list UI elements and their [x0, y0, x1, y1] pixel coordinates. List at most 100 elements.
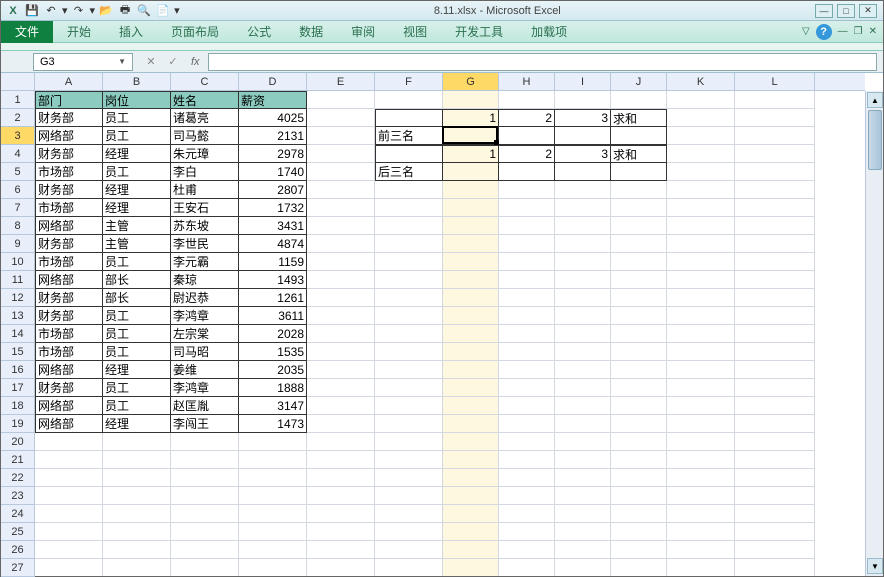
- cell-D8[interactable]: 3431: [239, 217, 307, 235]
- cell-J14[interactable]: [611, 325, 667, 343]
- cell-E8[interactable]: [307, 217, 375, 235]
- cell-H4[interactable]: 2: [499, 145, 555, 163]
- cell-F20[interactable]: [375, 433, 443, 451]
- cell-L26[interactable]: [735, 541, 815, 559]
- cell-F22[interactable]: [375, 469, 443, 487]
- cell-L12[interactable]: [735, 289, 815, 307]
- cell-D6[interactable]: 2807: [239, 181, 307, 199]
- cell-B27[interactable]: [103, 559, 171, 576]
- row-header-19[interactable]: 19: [1, 415, 34, 433]
- cell-L25[interactable]: [735, 523, 815, 541]
- undo-icon[interactable]: ↶: [43, 3, 59, 19]
- cell-J4[interactable]: 求和: [611, 145, 667, 163]
- cell-H6[interactable]: [499, 181, 555, 199]
- cell-A22[interactable]: [35, 469, 103, 487]
- tab-insert[interactable]: 插入: [105, 21, 157, 43]
- cell-D11[interactable]: 1493: [239, 271, 307, 289]
- cell-A19[interactable]: 网络部: [35, 415, 103, 433]
- cell-H8[interactable]: [499, 217, 555, 235]
- cell-D15[interactable]: 1535: [239, 343, 307, 361]
- cell-H21[interactable]: [499, 451, 555, 469]
- cell-I9[interactable]: [555, 235, 611, 253]
- col-header-B[interactable]: B: [103, 73, 171, 90]
- cell-G25[interactable]: [443, 523, 499, 541]
- cell-B15[interactable]: 员工: [103, 343, 171, 361]
- cell-B14[interactable]: 员工: [103, 325, 171, 343]
- row-header-26[interactable]: 26: [1, 541, 34, 559]
- cell-C11[interactable]: 秦琼: [171, 271, 239, 289]
- cell-J5[interactable]: [611, 163, 667, 181]
- cell-E25[interactable]: [307, 523, 375, 541]
- cell-J11[interactable]: [611, 271, 667, 289]
- cell-I22[interactable]: [555, 469, 611, 487]
- cell-G26[interactable]: [443, 541, 499, 559]
- row-header-23[interactable]: 23: [1, 487, 34, 505]
- cell-K20[interactable]: [667, 433, 735, 451]
- cell-E7[interactable]: [307, 199, 375, 217]
- cell-C18[interactable]: 赵匡胤: [171, 397, 239, 415]
- cell-I10[interactable]: [555, 253, 611, 271]
- cell-K27[interactable]: [667, 559, 735, 576]
- cell-H20[interactable]: [499, 433, 555, 451]
- cell-I26[interactable]: [555, 541, 611, 559]
- cell-D12[interactable]: 1261: [239, 289, 307, 307]
- cell-G1[interactable]: [443, 91, 499, 109]
- cell-I16[interactable]: [555, 361, 611, 379]
- cell-D9[interactable]: 4874: [239, 235, 307, 253]
- cell-D22[interactable]: [239, 469, 307, 487]
- cell-K9[interactable]: [667, 235, 735, 253]
- cell-D10[interactable]: 1159: [239, 253, 307, 271]
- cell-J18[interactable]: [611, 397, 667, 415]
- minimize-button[interactable]: —: [815, 4, 833, 18]
- cell-F9[interactable]: [375, 235, 443, 253]
- row-header-25[interactable]: 25: [1, 523, 34, 541]
- row-header-8[interactable]: 8: [1, 217, 34, 235]
- tab-file[interactable]: 文件: [1, 21, 53, 43]
- cell-D24[interactable]: [239, 505, 307, 523]
- row-header-17[interactable]: 17: [1, 379, 34, 397]
- cell-J3[interactable]: [611, 127, 667, 145]
- cell-F24[interactable]: [375, 505, 443, 523]
- tab-home[interactable]: 开始: [53, 21, 105, 43]
- cell-L6[interactable]: [735, 181, 815, 199]
- cell-K19[interactable]: [667, 415, 735, 433]
- row-header-18[interactable]: 18: [1, 397, 34, 415]
- cell-K13[interactable]: [667, 307, 735, 325]
- cell-C12[interactable]: 尉迟恭: [171, 289, 239, 307]
- cell-C23[interactable]: [171, 487, 239, 505]
- cell-E6[interactable]: [307, 181, 375, 199]
- cell-L4[interactable]: [735, 145, 815, 163]
- cell-C15[interactable]: 司马昭: [171, 343, 239, 361]
- cell-J25[interactable]: [611, 523, 667, 541]
- cell-J8[interactable]: [611, 217, 667, 235]
- cell-C14[interactable]: 左宗棠: [171, 325, 239, 343]
- tab-data[interactable]: 数据: [285, 21, 337, 43]
- cell-J17[interactable]: [611, 379, 667, 397]
- row-header-7[interactable]: 7: [1, 199, 34, 217]
- row-header-16[interactable]: 16: [1, 361, 34, 379]
- cell-G22[interactable]: [443, 469, 499, 487]
- cell-J10[interactable]: [611, 253, 667, 271]
- cell-G11[interactable]: [443, 271, 499, 289]
- cell-I1[interactable]: [555, 91, 611, 109]
- cell-C1[interactable]: 姓名: [171, 91, 239, 109]
- cell-E24[interactable]: [307, 505, 375, 523]
- cell-C27[interactable]: [171, 559, 239, 576]
- enter-formula-icon[interactable]: ✓: [163, 53, 183, 71]
- cell-A5[interactable]: 市场部: [35, 163, 103, 181]
- cell-G6[interactable]: [443, 181, 499, 199]
- row-header-2[interactable]: 2: [1, 109, 34, 127]
- cell-I14[interactable]: [555, 325, 611, 343]
- cell-K23[interactable]: [667, 487, 735, 505]
- cell-D14[interactable]: 2028: [239, 325, 307, 343]
- cell-B13[interactable]: 员工: [103, 307, 171, 325]
- cell-E11[interactable]: [307, 271, 375, 289]
- cell-E15[interactable]: [307, 343, 375, 361]
- cell-D25[interactable]: [239, 523, 307, 541]
- col-header-C[interactable]: C: [171, 73, 239, 90]
- cell-K5[interactable]: [667, 163, 735, 181]
- cell-K11[interactable]: [667, 271, 735, 289]
- cell-E13[interactable]: [307, 307, 375, 325]
- cell-A24[interactable]: [35, 505, 103, 523]
- cell-D23[interactable]: [239, 487, 307, 505]
